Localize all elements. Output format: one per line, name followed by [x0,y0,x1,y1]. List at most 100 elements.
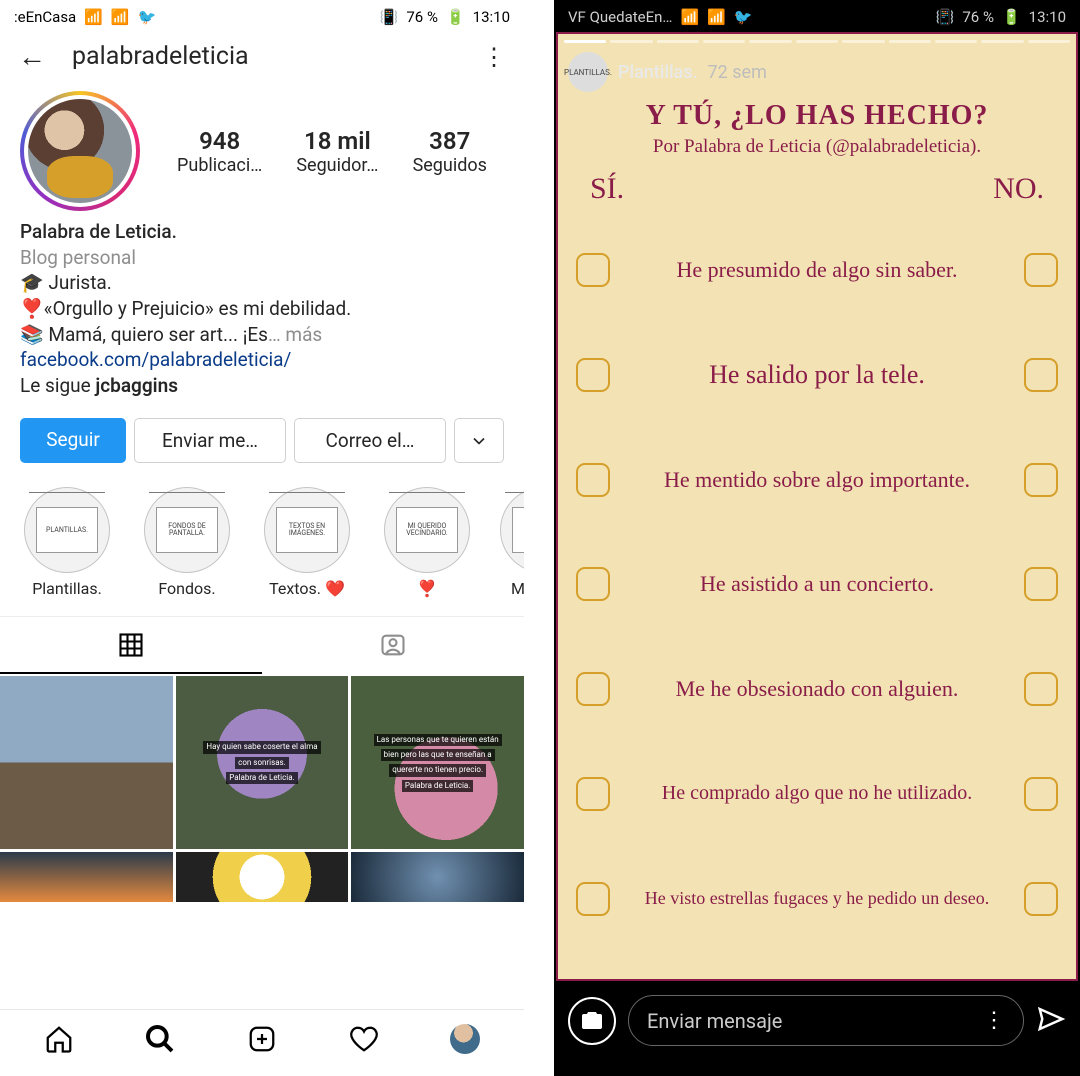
highlight-more[interactable]: M [500,487,524,598]
bio-line-1: 🎓 Jurista. [20,270,504,296]
bio-line-2: ❣️«Orgullo y Prejuicio» es mi debilidad. [20,296,504,322]
battery-icon: 🔋 [446,8,465,26]
stat-posts-num: 948 [177,127,262,155]
wifi-icon: 📶 [111,8,130,26]
highlight-label: Fondos. [140,579,234,598]
story-header[interactable]: PLANTILLAS. Plantillas. 72 sem [568,52,767,92]
nav-home[interactable] [42,1022,76,1056]
template-row: He asistido a un concierto. [576,567,1058,601]
highlights-row[interactable]: PLANTILLAS. Plantillas. FONDOS DE PANTAL… [0,473,524,606]
camera-icon [580,1009,604,1033]
statusbar-right: VF QuedateEn… 📶 📶 🐦 📳 76 % 🔋 13:10 [554,0,1080,30]
question-text: He asistido a un concierto. [620,571,1014,597]
post-thumbnail[interactable] [176,852,349,902]
notif-twitter-icon: 🐦 [734,8,753,26]
vibrate-icon: 📳 [936,8,955,26]
signal-icon: 📶 [680,8,699,26]
checkbox-no[interactable] [1024,777,1058,811]
more-icon[interactable]: ⋮ [983,1008,1005,1033]
story-camera-button[interactable] [568,997,616,1045]
question-text: He comprado algo que no he utilizado. [620,782,1014,805]
clock-text: 13:10 [473,8,510,26]
bio-more-link[interactable]: … más [268,323,322,346]
template-title: Y TÚ, ¿LO HAS HECHO? [572,100,1062,132]
stat-followers[interactable]: 18 mil Seguidor… [296,127,378,176]
checkbox-yes[interactable] [576,777,610,811]
post-thumbnail[interactable]: Las personas que te quieren están bien p… [351,676,524,849]
checkbox-yes[interactable] [576,463,610,497]
story-footer: Enviar mensaje ⋮ [554,981,1080,1076]
highlight-card-label: PLANTILLAS. [36,507,98,553]
story-reply-input[interactable]: Enviar mensaje ⋮ [628,995,1024,1046]
email-button[interactable]: Correo el… [294,418,446,463]
highlight-label: M [500,579,524,598]
more-options-icon[interactable]: ⋮ [482,43,506,71]
checkbox-no[interactable] [1024,253,1058,287]
highlight-plantillas[interactable]: PLANTILLAS. Plantillas. [20,487,114,598]
profile-avatar[interactable] [20,91,140,211]
tab-grid[interactable] [0,617,262,673]
profile-stats: 948 Publicaci… 18 mil Seguidor… 387 Segu… [160,127,504,176]
story-avatar[interactable]: PLANTILLAS. [568,52,608,92]
post-thumbnail[interactable] [0,852,173,902]
profile-username: palabradeleticia [72,42,482,71]
story-content-area[interactable]: PLANTILLAS. Plantillas. 72 sem Y TÚ, ¿LO… [556,32,1078,981]
reply-placeholder: Enviar mensaje [647,1009,782,1033]
follow-button[interactable]: Seguir [20,418,126,463]
highlight-label: Plantillas. [20,579,114,598]
nav-new-post[interactable] [245,1022,279,1056]
template-row: He comprado algo que no he utilizado. [576,777,1058,811]
plus-square-icon [247,1024,277,1054]
message-button[interactable]: Enviar me… [134,418,286,463]
checkbox-no[interactable] [1024,672,1058,706]
chevron-down-icon [469,431,489,451]
checkbox-no[interactable] [1024,358,1058,392]
signal-icon: 📶 [84,8,103,26]
highlight-vecindario[interactable]: MI QUERIDO VECINDARIO. ❣️ [380,487,474,598]
question-text: He salido por la tele. [620,360,1014,390]
story-send-button[interactable] [1036,1004,1066,1038]
checkbox-no[interactable] [1024,882,1058,916]
post-thumbnail[interactable]: Hay quien sabe coserte el alma con sonri… [176,676,349,849]
followed-by[interactable]: Le sigue jcbaggins [20,373,504,399]
nav-activity[interactable] [347,1022,381,1056]
stat-followers-num: 18 mil [296,127,378,155]
story-age: 72 sem [708,62,767,83]
vibrate-icon: 📳 [380,8,399,26]
checkbox-yes[interactable] [576,358,610,392]
highlight-textos[interactable]: TEXTOS EN IMÁGENES. Textos. ❤️ [260,487,354,598]
send-icon [1036,1004,1066,1034]
bio-link[interactable]: facebook.com/palabradeleticia/ [20,348,291,371]
checkbox-no[interactable] [1024,567,1058,601]
post-thumbnail[interactable] [351,852,524,902]
stat-following[interactable]: 387 Seguidos [413,127,487,176]
nav-search[interactable] [143,1022,177,1056]
nav-profile[interactable] [448,1022,482,1056]
question-text: He visto estrellas fugaces y he pedido u… [620,888,1014,909]
suggestions-toggle[interactable] [454,418,504,463]
profile-topbar: ← palabradeleticia ⋮ [0,30,524,83]
highlight-card-label: MI QUERIDO VECINDARIO. [396,507,458,553]
highlight-fondos[interactable]: FONDOS DE PANTALLA. Fondos. [140,487,234,598]
highlight-card-label: TEXTOS EN IMÁGENES. [276,507,338,553]
profile-header-row: 948 Publicaci… 18 mil Seguidor… 387 Segu… [0,83,524,217]
checkbox-yes[interactable] [576,567,610,601]
clock-text: 13:10 [1029,8,1066,26]
wifi-icon: 📶 [707,8,726,26]
checkbox-yes[interactable] [576,672,610,706]
back-icon[interactable]: ← [18,40,46,73]
checkbox-no[interactable] [1024,463,1058,497]
checkbox-yes[interactable] [576,253,610,287]
checkbox-yes[interactable] [576,882,610,916]
carrier-text: :eEnCasa [14,8,76,26]
tab-tagged[interactable] [262,617,524,673]
bio-category: Blog personal [20,245,504,271]
battery-text: 76 % [962,8,994,26]
bio-line-3-text: 📚 Mamá, quiero ser art... ¡Es [20,323,268,346]
bottom-nav [0,1009,524,1076]
highlight-card-label [512,507,524,553]
story-template: Y TÚ, ¿LO HAS HECHO? Por Palabra de Leti… [558,34,1076,979]
post-thumbnail[interactable] [0,676,173,849]
stat-posts[interactable]: 948 Publicaci… [177,127,262,176]
stat-following-num: 387 [413,127,487,155]
